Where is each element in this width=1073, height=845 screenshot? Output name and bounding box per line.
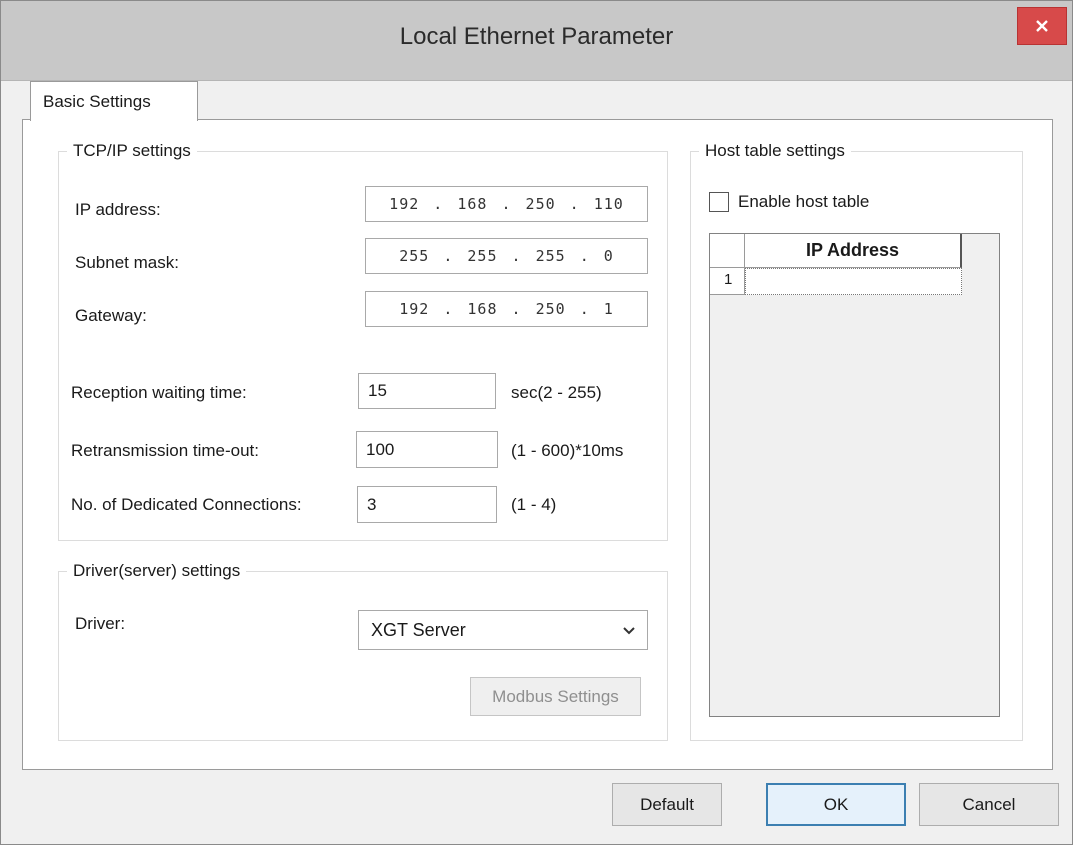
driver-select-value: XGT Server: [371, 619, 466, 640]
dedicated-connections-input[interactable]: 3: [357, 486, 497, 523]
retransmission-timeout-input[interactable]: 100: [356, 431, 498, 468]
subnet-mask-input[interactable]: 255 . 255 . 255 . 0: [365, 238, 648, 274]
host-table-grid[interactable]: IP Address 1: [709, 233, 1000, 717]
chevron-down-icon: [623, 627, 635, 635]
tcpip-settings-legend: TCP/IP settings: [73, 141, 191, 160]
cancel-button[interactable]: Cancel: [919, 783, 1059, 826]
default-button[interactable]: Default: [612, 783, 722, 826]
close-button[interactable]: [1017, 7, 1067, 45]
reception-range-label: sec(2 - 255): [511, 383, 602, 402]
host-ip-cell[interactable]: [745, 268, 962, 295]
reception-waiting-time-input[interactable]: 15: [358, 373, 496, 409]
tab-basic-settings[interactable]: Basic Settings: [30, 81, 198, 121]
ip-address-input[interactable]: 192 . 168 . 250 . 110: [365, 186, 648, 222]
driver-select[interactable]: XGT Server: [358, 610, 648, 650]
subnet-mask-label: Subnet mask:: [75, 253, 179, 272]
title-bar[interactable]: Local Ethernet Parameter: [1, 1, 1072, 81]
driver-settings-legend: Driver(server) settings: [73, 561, 241, 580]
reception-waiting-time-label: Reception waiting time:: [71, 383, 247, 402]
retransmission-timeout-label: Retransmission time-out:: [71, 441, 260, 460]
ip-address-column-header[interactable]: IP Address: [745, 234, 962, 268]
table-row-header[interactable]: 1: [710, 268, 745, 295]
dedicated-range-label: (1 - 4): [511, 495, 557, 514]
dedicated-connections-label: No. of Dedicated Connections:: [71, 495, 302, 514]
host-table-settings-legend: Host table settings: [705, 141, 845, 160]
grid-corner-cell: [710, 234, 745, 268]
gateway-label: Gateway:: [75, 306, 147, 325]
modbus-settings-button[interactable]: Modbus Settings: [470, 677, 641, 716]
close-icon: [1036, 20, 1048, 32]
enable-host-table-checkbox[interactable]: [709, 192, 729, 212]
ok-button[interactable]: OK: [766, 783, 906, 826]
ip-address-label: IP address:: [75, 200, 161, 219]
dialog-window: Local Ethernet Parameter Basic Settings …: [0, 0, 1073, 845]
gateway-input[interactable]: 192 . 168 . 250 . 1: [365, 291, 648, 327]
retransmission-range-label: (1 - 600)*10ms: [511, 441, 624, 460]
window-title: Local Ethernet Parameter: [399, 23, 674, 50]
driver-label: Driver:: [75, 614, 126, 633]
enable-host-table-label[interactable]: Enable host table: [738, 192, 869, 212]
